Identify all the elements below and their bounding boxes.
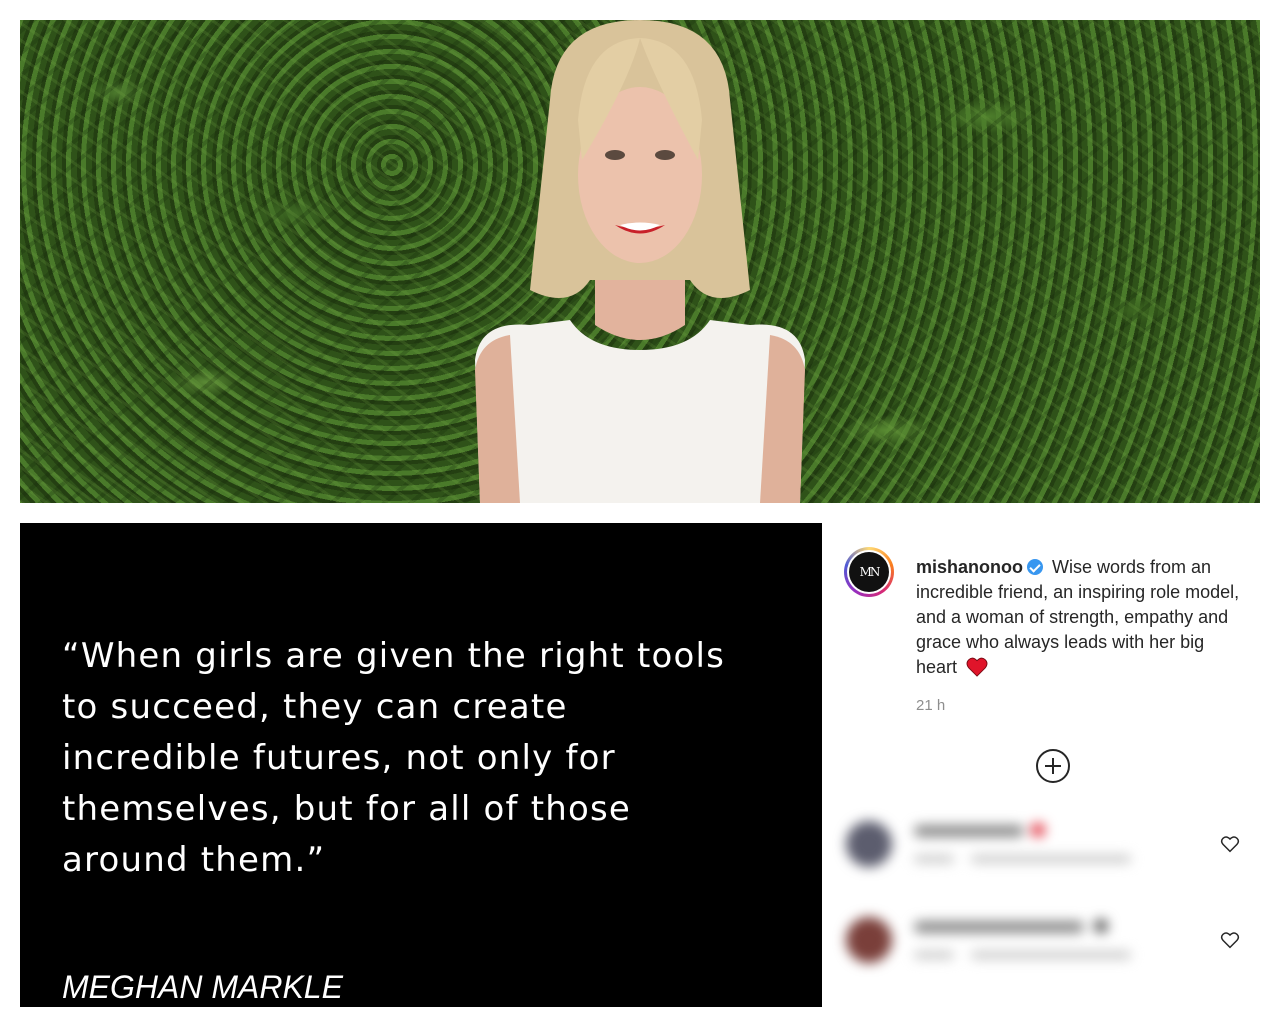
portrait-woman (475, 20, 805, 503)
quote-text: “When girls are given the right tools to… (62, 636, 726, 880)
quote-card: “When girls are given the right tools to… (20, 523, 822, 1007)
avatar-monogram: MN (849, 552, 889, 592)
commenter-avatar (846, 821, 892, 867)
heart-outline-icon[interactable] (1220, 931, 1240, 949)
post-timestamp[interactable]: 21 h (916, 697, 945, 714)
instagram-comment-panel: MN mishanonoo Wise words from an incredi… (836, 523, 1260, 1007)
quote-author: MEGHAN MARKLE (62, 969, 343, 1005)
blurred-comment (836, 895, 1156, 989)
hero-photo (20, 20, 1260, 503)
profile-avatar[interactable]: MN (844, 547, 894, 597)
red-heart-emoji-icon (966, 657, 988, 677)
verified-badge-icon (1027, 559, 1043, 575)
heart-outline-icon[interactable] (1220, 835, 1240, 853)
plus-circle-icon[interactable] (1036, 749, 1070, 783)
username-link[interactable]: mishanonoo (916, 557, 1023, 577)
blurred-comment (836, 799, 1156, 893)
post-caption: mishanonoo Wise words from an incredible… (916, 555, 1246, 680)
list-item (836, 895, 1260, 989)
list-item (836, 799, 1260, 893)
commenter-avatar (846, 917, 892, 963)
